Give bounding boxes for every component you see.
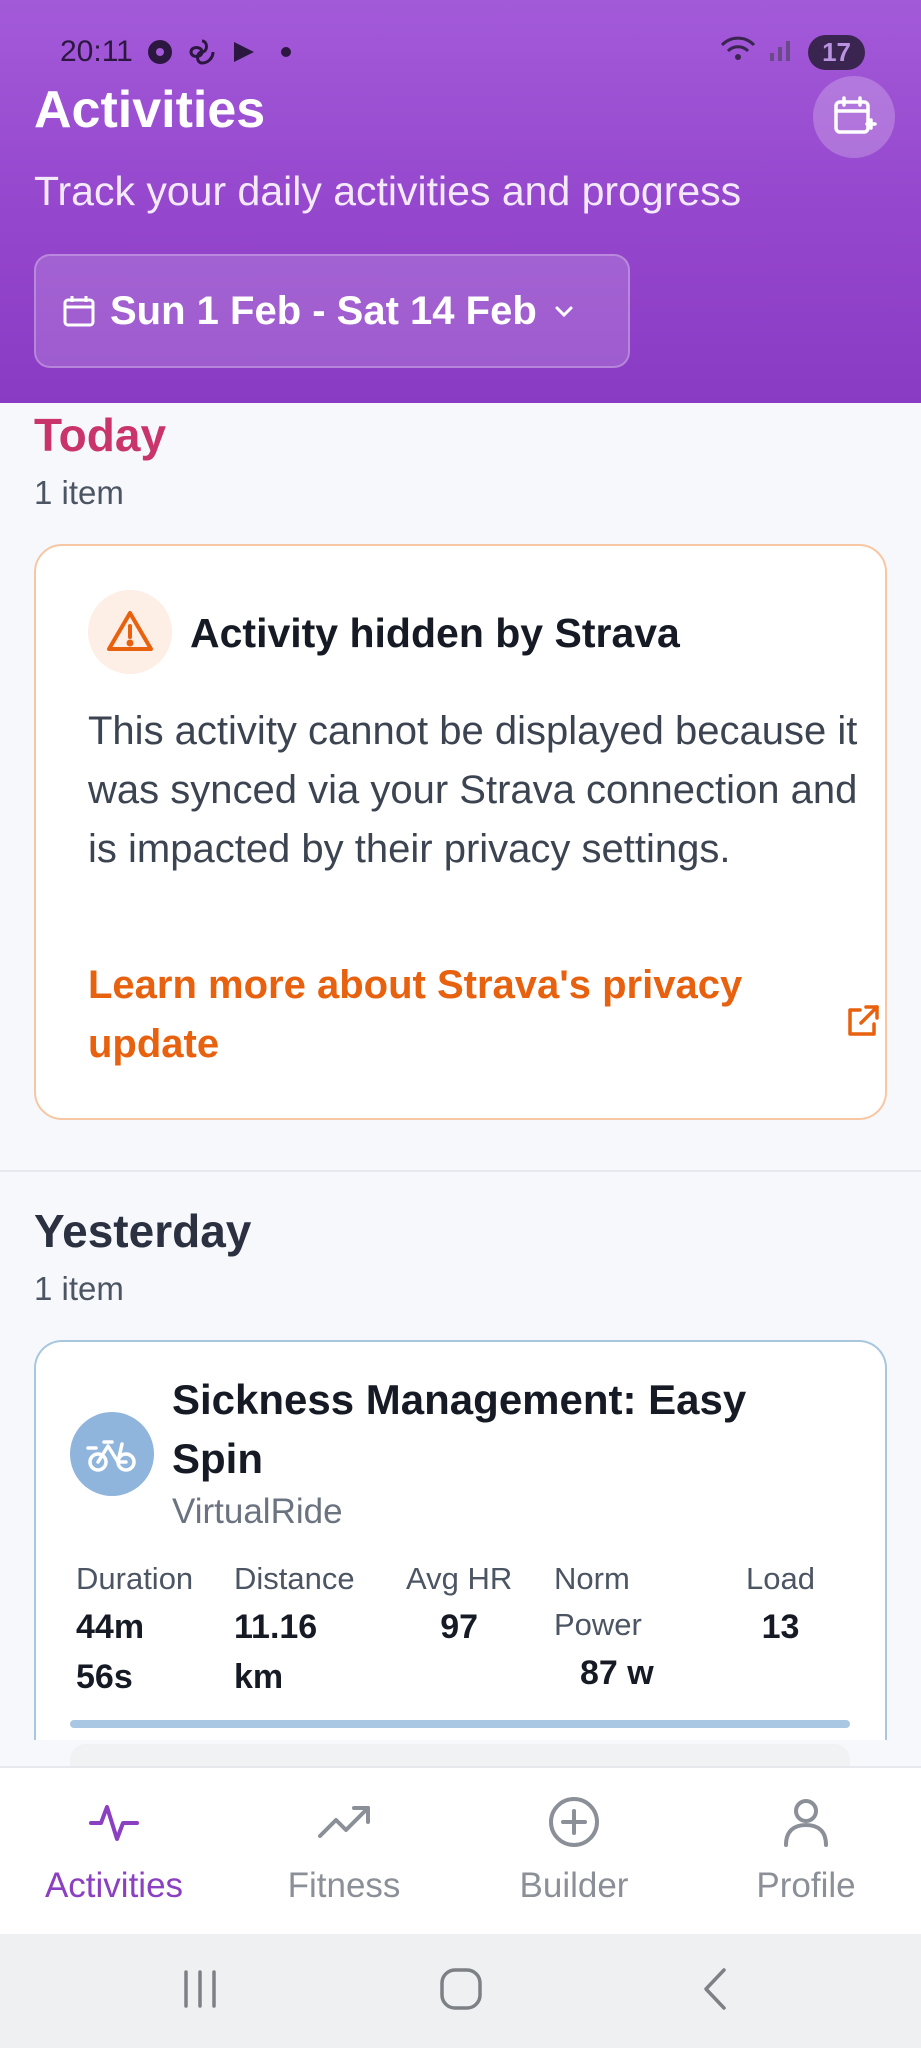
stat-value: 97	[440, 1608, 479, 1646]
stat-value: 11.16 km	[234, 1608, 318, 1696]
stat-norm-power: Norm Power 87 w	[554, 1556, 654, 1698]
activity-progress-bar	[70, 1720, 850, 1728]
nav-label: Fitness	[287, 1866, 401, 1905]
bottom-nav: Activities Fitness Builder Profile	[0, 1766, 921, 1934]
calendar-plus-icon	[834, 96, 877, 134]
plus-circle-icon	[549, 1797, 599, 1847]
stat-duration: Duration 44m 56s	[76, 1556, 193, 1702]
stat-value: 13	[761, 1608, 800, 1646]
battery-indicator: 17	[808, 34, 865, 70]
stat-label: Avg HR	[406, 1561, 513, 1596]
notification-dot-icon	[271, 37, 301, 67]
strava-icon	[229, 37, 259, 67]
strava-hidden-card: Activity hidden by Strava This activity …	[34, 544, 887, 1120]
user-icon	[784, 1799, 828, 1847]
nav-label: Activities	[44, 1866, 184, 1905]
date-range-selector[interactable]: Sun 1 Feb - Sat 14 Feb	[34, 254, 630, 368]
activity-card[interactable]: Sickness Management: Easy Spin VirtualRi…	[34, 1340, 887, 1774]
nav-builder[interactable]: Builder	[474, 1792, 674, 1906]
stat-value: 44m 56s	[76, 1608, 145, 1696]
card-body: This activity cannot be displayed becaus…	[88, 709, 858, 871]
status-bar: 20:11 17	[60, 30, 881, 74]
wifi-icon	[718, 33, 758, 71]
nav-fitness[interactable]: Fitness	[244, 1792, 444, 1906]
soccer-ball-icon	[145, 37, 175, 67]
nav-label: Profile	[756, 1866, 856, 1905]
add-calendar-button[interactable]	[813, 76, 895, 158]
nav-profile[interactable]: Profile	[706, 1792, 906, 1906]
stat-avg-hr: Avg HR 97	[406, 1556, 512, 1652]
card-title: Activity hidden by Strava	[190, 610, 680, 656]
stat-label: Duration	[76, 1561, 194, 1596]
activity-icon	[89, 1805, 139, 1841]
yesterday-heading: Yesterday	[34, 1205, 252, 1257]
calendar-icon	[63, 296, 95, 327]
stat-value: 87 w	[580, 1654, 654, 1692]
status-time: 20:11	[60, 35, 133, 68]
stat-label: Load	[746, 1561, 815, 1596]
page-subtitle: Track your daily activities and progress	[34, 168, 742, 214]
stat-load: Load 13	[746, 1556, 815, 1652]
page-title: Activities	[34, 81, 266, 139]
section-divider	[0, 1170, 921, 1172]
privacy-update-link[interactable]: Learn more about Strava's privacy update	[88, 956, 788, 1074]
external-link-icon[interactable]	[844, 1002, 882, 1040]
warning-icon	[88, 590, 172, 674]
today-count: 1 item	[34, 474, 124, 511]
nav-activities[interactable]: Activities	[14, 1792, 214, 1906]
signal-icon	[768, 33, 798, 71]
chevron-down-icon	[555, 306, 573, 318]
header: 20:11 17 Activities Track your daily act…	[0, 0, 921, 403]
date-range-label: Sun 1 Feb - Sat 14 Feb	[110, 288, 537, 333]
nav-label: Builder	[519, 1866, 629, 1905]
back-icon[interactable]	[696, 1964, 736, 2014]
home-icon[interactable]	[436, 1964, 486, 2014]
today-heading: Today	[34, 409, 167, 461]
stat-label: Norm Power	[554, 1561, 642, 1642]
stat-distance: Distance 11.16 km	[234, 1556, 355, 1702]
activity-title: Sickness Management: Easy Spin	[172, 1376, 747, 1482]
recent-apps-icon[interactable]	[178, 1964, 222, 2014]
trending-up-icon	[318, 1806, 370, 1838]
system-nav-bar	[0, 1934, 921, 2048]
yesterday-count: 1 item	[34, 1270, 124, 1307]
pinwheel-icon	[187, 37, 217, 67]
activity-type: VirtualRide	[172, 1492, 343, 1531]
stat-label: Distance	[234, 1561, 355, 1596]
bike-icon	[70, 1412, 154, 1496]
